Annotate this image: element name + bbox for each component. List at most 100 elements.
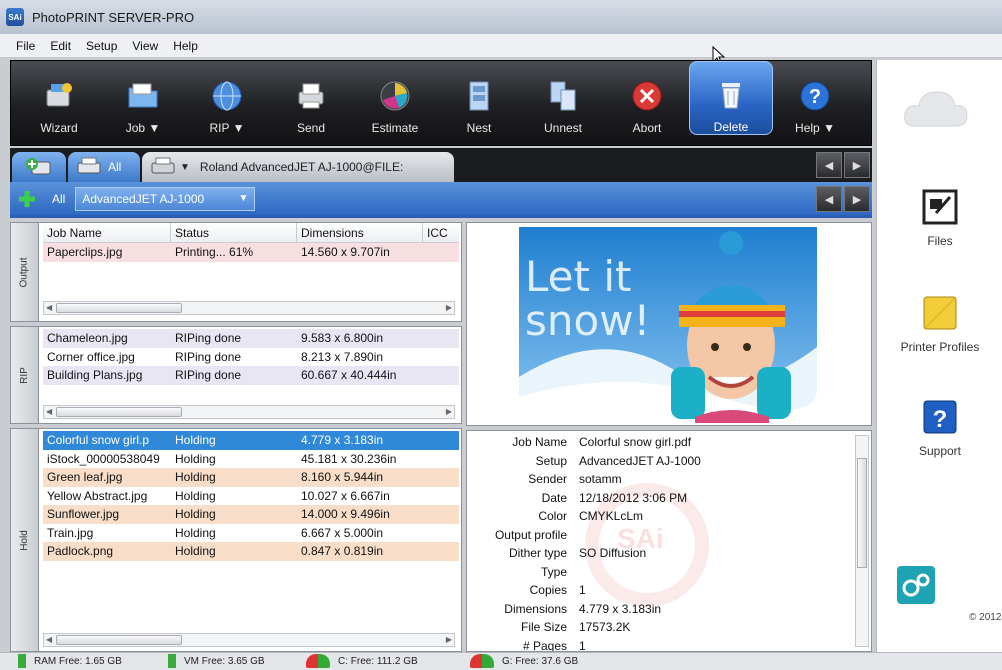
rip-hscrollbar[interactable]: ◀ ▶ bbox=[43, 405, 455, 419]
detail-row: File Size 17573.2K bbox=[467, 620, 847, 638]
svg-text:?: ? bbox=[809, 86, 821, 108]
dimensions-cell: 10.027 x 6.667in bbox=[301, 488, 390, 503]
status-cell: Printing... 61% bbox=[175, 245, 254, 260]
chevron-left-icon[interactable]: ◀ bbox=[46, 407, 52, 416]
sidebar-printer-profiles-label: Printer Profiles bbox=[900, 340, 980, 354]
ram-status: RAM Free: 1.65 GB bbox=[18, 654, 122, 668]
chevron-right-icon[interactable]: ▶ bbox=[446, 303, 452, 312]
table-row[interactable]: Padlock.png Holding 0.847 x 0.819in bbox=[43, 542, 459, 561]
detail-key: Job Name bbox=[512, 435, 567, 449]
detail-value bbox=[579, 528, 847, 546]
detail-row: Dimensions 4.779 x 3.183in bbox=[467, 602, 847, 620]
detail-row: Job Name Colorful snow girl.pdf bbox=[467, 435, 847, 453]
detail-value: sotamm bbox=[579, 472, 622, 486]
plus-icon bbox=[19, 190, 35, 207]
chevron-right-icon[interactable]: ▶ bbox=[844, 186, 870, 212]
scroll-thumb[interactable] bbox=[56, 407, 182, 417]
printer-select[interactable]: AdvancedJET AJ-1000 ▼ bbox=[75, 186, 256, 211]
printer-icon bbox=[151, 157, 175, 174]
abort-label: Abort bbox=[632, 121, 662, 135]
delete-button[interactable]: Delete bbox=[689, 61, 773, 135]
chevron-right-icon[interactable]: ▶ bbox=[844, 152, 870, 178]
dimensions-cell: 60.667 x 40.444in bbox=[301, 368, 397, 383]
detail-value: 4.779 x 3.183in bbox=[579, 601, 662, 616]
job-button[interactable]: Job ▼ bbox=[101, 61, 185, 135]
chevron-left-icon[interactable]: ◀ bbox=[46, 303, 52, 312]
estimate-icon bbox=[376, 77, 414, 115]
nest-button[interactable]: Nest bbox=[437, 61, 521, 135]
rip-button[interactable]: RIP ▼ bbox=[185, 61, 269, 135]
table-row[interactable]: Colorful snow girl.p Holding 4.779 x 3.1… bbox=[43, 431, 459, 450]
rip-queue-tab[interactable]: RIP bbox=[11, 327, 39, 423]
chevron-right-icon[interactable]: ▶ bbox=[446, 635, 452, 644]
col-dimensions[interactable]: Dimensions bbox=[297, 223, 423, 242]
wizard-button[interactable]: Wizard bbox=[17, 61, 101, 135]
table-row[interactable]: Green leaf.jpg Holding 8.160 x 5.944in bbox=[43, 468, 459, 487]
abort-button[interactable]: Abort bbox=[605, 61, 689, 135]
hold-queue-table: Colorful snow girl.p Holding 4.779 x 3.1… bbox=[43, 431, 459, 561]
chevron-left-icon[interactable]: ◀ bbox=[46, 635, 52, 644]
output-hscrollbar[interactable]: ◀ ▶ bbox=[43, 301, 455, 315]
table-row[interactable]: Building Plans.jpg RIPing done 60.667 x … bbox=[43, 366, 459, 385]
scroll-thumb[interactable] bbox=[56, 303, 182, 313]
table-row[interactable]: Chameleon.jpg RIPing done 9.583 x 6.800i… bbox=[43, 329, 459, 348]
dimensions-cell: 4.779 x 3.183in bbox=[301, 433, 384, 448]
menu-edit[interactable]: Edit bbox=[50, 39, 71, 53]
menu-view[interactable]: View bbox=[132, 39, 158, 53]
col-icc[interactable]: ICC bbox=[423, 223, 459, 242]
estimate-button[interactable]: Estimate bbox=[353, 61, 437, 135]
col-job-name[interactable]: Job Name bbox=[43, 223, 171, 242]
settings-gears-icon[interactable] bbox=[897, 566, 935, 604]
table-row[interactable]: Paperclips.jpg Printing... 61% 14.560 x … bbox=[43, 243, 459, 262]
table-row[interactable]: Corner office.jpg RIPing done 8.213 x 7.… bbox=[43, 348, 459, 367]
detail-row: Setup AdvancedJET AJ-1000 bbox=[467, 454, 847, 472]
menu-setup[interactable]: Setup bbox=[86, 39, 117, 53]
wizard-label: Wizard bbox=[40, 121, 78, 135]
menu-help[interactable]: Help bbox=[173, 39, 198, 53]
preview-text-line1: Let it bbox=[525, 252, 632, 301]
chevron-down-icon[interactable]: ▼ bbox=[180, 162, 190, 173]
hold-hscrollbar[interactable]: ◀ ▶ bbox=[43, 633, 455, 647]
details-vscrollbar[interactable] bbox=[855, 435, 869, 647]
vm-text: VM Free: 3.65 GB bbox=[184, 655, 265, 667]
help-button[interactable]: ? Help ▼ bbox=[773, 61, 857, 135]
ram-text: RAM Free: 1.65 GB bbox=[34, 655, 122, 667]
chevron-left-icon[interactable]: ◀ bbox=[816, 152, 842, 178]
detail-row: Dither type SO Diffusion bbox=[467, 546, 847, 564]
sidebar-item-printer-profiles[interactable]: Printer Profiles bbox=[877, 294, 1002, 354]
scroll-thumb[interactable] bbox=[56, 635, 182, 645]
chevron-left-icon[interactable]: ◀ bbox=[816, 186, 842, 212]
table-row[interactable]: iStock_00000538049 Holding 45.181 x 30.2… bbox=[43, 450, 459, 469]
tab-roland-printer[interactable]: ▼ Roland AdvancedJET AJ-1000@FILE: bbox=[142, 152, 454, 182]
c-drive-status: C: Free: 111.2 GB bbox=[306, 654, 418, 668]
filter-all[interactable]: All bbox=[52, 192, 65, 206]
delete-label: Delete bbox=[713, 120, 749, 134]
vm-bar bbox=[168, 654, 176, 668]
tab-all-printers[interactable]: All bbox=[68, 152, 140, 182]
job-preview-image: Let it snow! bbox=[519, 227, 817, 423]
cloud-icon[interactable] bbox=[901, 86, 971, 132]
table-row[interactable]: Yellow Abstract.jpg Holding 10.027 x 6.6… bbox=[43, 487, 459, 506]
job-name-cell: Yellow Abstract.jpg bbox=[47, 488, 148, 503]
detail-value bbox=[579, 565, 847, 583]
hold-queue-tab[interactable]: Hold bbox=[11, 429, 39, 651]
scroll-thumb[interactable] bbox=[857, 458, 867, 568]
unnest-button[interactable]: Unnest bbox=[521, 61, 605, 135]
menu-file[interactable]: File bbox=[16, 39, 35, 53]
chevron-right-icon[interactable]: ▶ bbox=[446, 407, 452, 416]
sidebar-item-support[interactable]: ? Support bbox=[877, 398, 1002, 458]
dimensions-cell: 8.160 x 5.944in bbox=[301, 470, 384, 485]
status-cell: Holding bbox=[175, 433, 216, 448]
send-button[interactable]: Send bbox=[269, 61, 353, 135]
app-logo-icon: SAi bbox=[6, 8, 24, 26]
col-status[interactable]: Status bbox=[171, 223, 297, 242]
add-queue-button[interactable] bbox=[14, 186, 40, 212]
table-row[interactable]: Sunflower.jpg Holding 14.000 x 9.496in bbox=[43, 505, 459, 524]
rip-queue-table: Chameleon.jpg RIPing done 9.583 x 6.800i… bbox=[43, 329, 459, 385]
table-row[interactable]: Train.jpg Holding 6.667 x 5.000in bbox=[43, 524, 459, 543]
sidebar-item-files[interactable]: Files bbox=[877, 188, 1002, 248]
add-printer-tab[interactable] bbox=[12, 152, 66, 182]
help-label: Help bbox=[795, 121, 820, 135]
wizard-icon bbox=[40, 77, 78, 115]
output-queue-tab[interactable]: Output bbox=[11, 223, 39, 321]
